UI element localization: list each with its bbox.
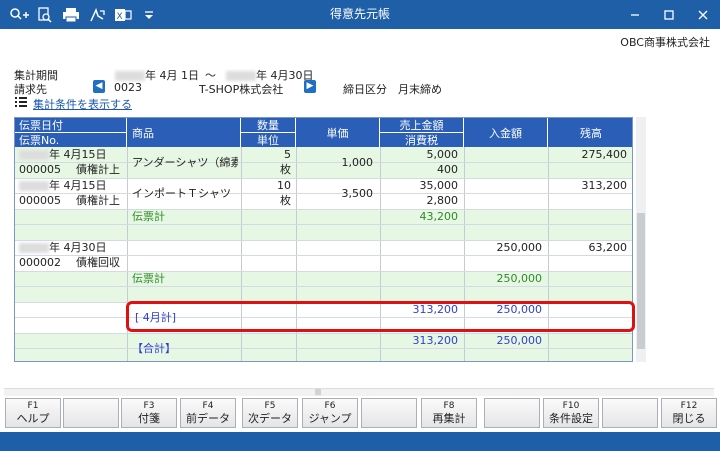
row-balance: 63,200 (588, 241, 628, 254)
customer-code: 0023 (114, 81, 142, 94)
row-date: 年 4月15日 (19, 148, 107, 162)
row-no: 000005 (19, 163, 61, 176)
redacted-year (19, 181, 49, 191)
col-tax: 消費税 (380, 133, 464, 147)
row-qty: 10 (277, 179, 291, 192)
dropdown-arrow-icon[interactable] (136, 0, 162, 29)
status-bar (0, 432, 720, 451)
row-type: 債権計上 (76, 194, 120, 207)
print-icon[interactable] (58, 0, 84, 29)
f7-blank-button[interactable] (361, 398, 417, 428)
col-no: 伝票No. (15, 133, 127, 147)
show-conditions-link[interactable]: 集計条件を表示する (33, 96, 132, 112)
row-date: 年 4月30日 (19, 241, 107, 255)
title-bar: X 得意先元帳 (0, 0, 720, 29)
col-balance: 残高 (580, 126, 602, 140)
row-qty: 5 (284, 148, 291, 161)
row-no: 000005 (19, 194, 61, 207)
f12-close-button[interactable]: F12 閉じる (661, 398, 717, 428)
row-sales: 5,000 (426, 148, 459, 161)
close-icon[interactable] (686, 0, 720, 29)
redacted-year (19, 243, 49, 253)
maximize-icon[interactable] (652, 0, 686, 29)
col-sales: 売上金額 (380, 118, 464, 132)
excel-export-icon[interactable]: X (110, 0, 136, 29)
f8-recalc-button[interactable]: F8 再集計 (421, 398, 477, 428)
next-customer-button[interactable]: ▶ (304, 80, 316, 93)
row-unit: 枚 (280, 163, 291, 176)
scroll-grip-icon[interactable]: ||| (312, 390, 324, 396)
row-no: 000002 (19, 256, 61, 269)
grand-total-receipt: 250,000 (496, 334, 543, 347)
minimize-icon[interactable] (618, 0, 652, 29)
svg-text:X: X (117, 12, 123, 22)
company-name: OBC商事株式会社 (620, 36, 710, 49)
redacted-year (115, 71, 145, 81)
f3-sticky-button[interactable]: F3 付箋 (121, 398, 177, 428)
col-qty: 数量 (241, 118, 296, 132)
col-receipt: 入金額 (464, 118, 548, 147)
row-item: インポートＴシャツ（Ｓ (132, 187, 238, 200)
f5-next-data-button[interactable]: F5 次データ (242, 398, 298, 428)
pdf-export-icon[interactable] (84, 0, 110, 29)
customer-name: T-SHOP株式会社 (199, 83, 284, 96)
customer-label: 請求先 (14, 83, 47, 96)
grid-header: 伝票日付 伝票No. 商品 数量 単位 単価 売上金額 消費税 入金額 残高 (15, 118, 632, 147)
row-balance: 313,200 (581, 179, 628, 192)
subtotal-label: 伝票計 (132, 272, 165, 285)
quick-toolbar: X (6, 0, 162, 29)
grand-total-sales: 313,200 (412, 334, 459, 347)
row-item: アンダーシャツ（綿素材 (132, 156, 238, 169)
row-sales: 35,000 (419, 179, 459, 192)
subtotal-sales: 43,200 (419, 210, 459, 223)
closing-value: 月末締め (398, 83, 442, 96)
function-key-bar: F1 ヘルプ F3 付箋 F4 前データ F5 次データ F6 ジャンプ F8 再集計 F1… (0, 398, 720, 428)
highlight-box (126, 301, 635, 332)
row-tax: 2,800 (426, 194, 459, 207)
closing-label: 締日区分 (343, 83, 387, 96)
vertical-scrollbar[interactable] (636, 117, 646, 362)
f4-prev-data-button[interactable]: F4 前データ (180, 398, 236, 428)
subtotal-receipt: 250,000 (496, 272, 543, 285)
horizontal-scrollbar[interactable]: ||| (4, 388, 714, 396)
col-unit: 単位 (241, 133, 296, 147)
scroll-thumb[interactable] (637, 213, 645, 349)
row-unit: 枚 (280, 194, 291, 207)
redacted-year (226, 71, 256, 81)
redacted-year (19, 150, 49, 160)
row-price: 1,000 (341, 156, 374, 169)
row-type: 債権計上 (76, 163, 120, 176)
search-doc-icon[interactable] (32, 0, 58, 29)
row-receipt: 250,000 (496, 241, 543, 254)
grand-total-label: 【合計】 (132, 342, 176, 355)
row-date: 年 4月15日 (19, 179, 107, 193)
row-balance: 275,400 (581, 148, 628, 161)
f1-help-button[interactable]: F1 ヘルプ (5, 398, 61, 428)
f9-blank-button[interactable] (484, 398, 540, 428)
f6-jump-button[interactable]: F6 ジャンプ (302, 398, 358, 428)
search-plus-icon[interactable] (6, 0, 32, 29)
prev-customer-button[interactable]: ◀ (93, 80, 105, 93)
f11-blank-button[interactable] (602, 398, 658, 428)
row-tax: 400 (437, 163, 458, 176)
col-item: 商品 (127, 118, 241, 147)
subtotal-label: 伝票計 (132, 210, 165, 223)
row-type: 債権回収 (76, 256, 120, 269)
row-price: 3,500 (341, 187, 374, 200)
col-date: 伝票日付 (15, 118, 127, 132)
f2-blank-button[interactable] (63, 398, 119, 428)
col-price: 単価 (296, 118, 380, 147)
f10-conditions-button[interactable]: F10 条件設定 (543, 398, 599, 428)
list-icon (15, 96, 27, 110)
